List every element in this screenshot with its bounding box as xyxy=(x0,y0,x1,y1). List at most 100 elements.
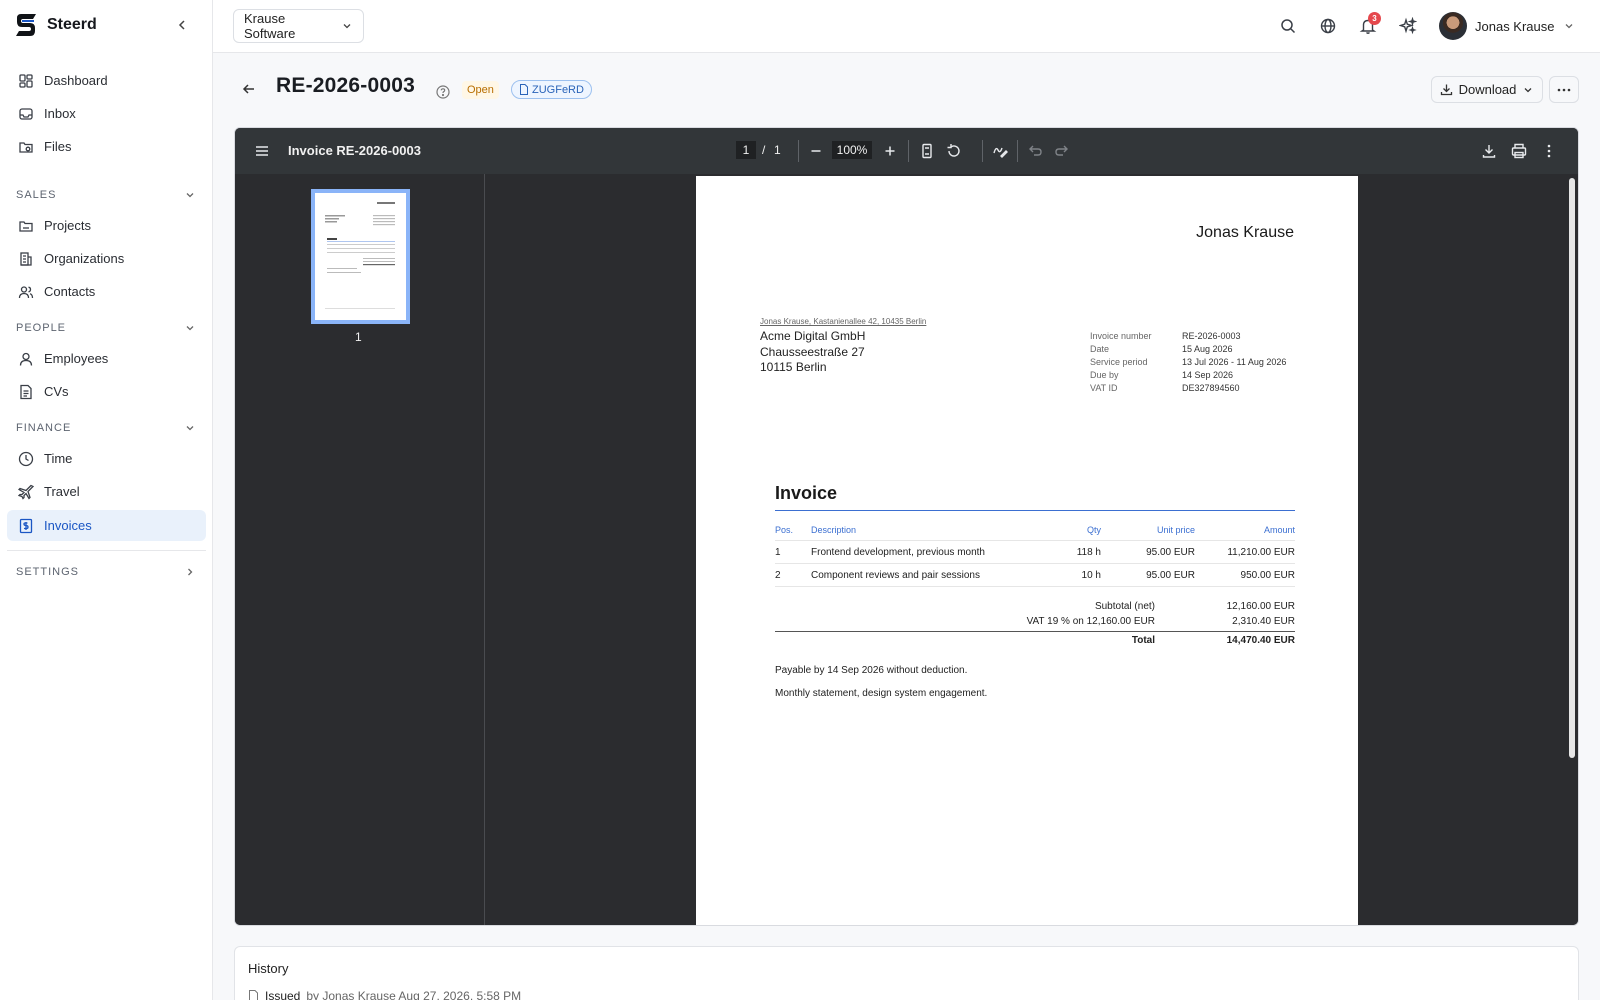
section-sales[interactable]: SALES xyxy=(16,189,196,201)
dashboard-icon xyxy=(18,73,34,89)
cell-unit-price: 95.00 EUR xyxy=(1146,569,1195,581)
draw-icon[interactable] xyxy=(991,142,1009,160)
meta-row: Invoice number RE-2026-0003 xyxy=(1090,330,1286,343)
redo-icon[interactable] xyxy=(1053,142,1071,160)
sidebar-item-label: Projects xyxy=(44,218,91,233)
rotate-icon[interactable] xyxy=(945,142,963,160)
scrollbar-thumb[interactable] xyxy=(1569,178,1575,758)
vat-label: VAT 19 % on 12,160.00 EUR xyxy=(1026,616,1155,627)
chevron-down-icon xyxy=(184,322,196,334)
sidebar-item-cvs[interactable]: CVs xyxy=(7,376,206,407)
sidebar-item-label: Employees xyxy=(44,351,109,366)
meta-key: VAT ID xyxy=(1090,383,1118,393)
sidebar-item-organizations[interactable]: Organizations xyxy=(7,243,206,274)
vat-value: 2,310.40 EUR xyxy=(1232,616,1295,627)
table-header: Pos. Description Qty Unit price Amount xyxy=(775,520,1295,541)
chevron-down-icon xyxy=(341,20,353,32)
sidebar-item-files[interactable]: Files xyxy=(7,131,206,162)
cell-description: Frontend development, previous month xyxy=(811,546,985,558)
help-icon[interactable] xyxy=(436,85,450,99)
column-header: Description xyxy=(811,525,857,535)
sidebar-item-contacts[interactable]: Contacts xyxy=(7,276,206,307)
history-detail: by Jonas Krause Aug 27, 2026, 5:58 PM xyxy=(306,989,522,1000)
user-menu[interactable]: Jonas Krause xyxy=(1439,12,1575,40)
page-thumbnail[interactable] xyxy=(311,189,410,324)
zoom-out-icon[interactable] xyxy=(807,142,825,160)
meta-row: Due by 14 Sep 2026 xyxy=(1090,369,1286,382)
page-title: RE-2026-0003 xyxy=(276,74,415,97)
cell-amount: 950.00 EUR xyxy=(1240,569,1295,581)
meta-row: VAT ID DE327894560 xyxy=(1090,382,1286,395)
section-settings[interactable]: SETTINGS xyxy=(16,566,196,578)
zoom-in-icon[interactable] xyxy=(881,142,899,160)
globe-icon[interactable] xyxy=(1319,17,1337,35)
sidebar-item-label: Inbox xyxy=(44,106,76,121)
menu-icon[interactable] xyxy=(253,142,271,160)
sidebar-item-label: Files xyxy=(44,139,72,154)
cell-amount: 11,210.00 EUR xyxy=(1227,546,1295,558)
chevron-down-icon xyxy=(184,189,196,201)
sparkles-icon[interactable] xyxy=(1399,17,1417,35)
cell-unit-price: 95.00 EUR xyxy=(1146,546,1195,558)
organization-select[interactable]: Krause Software xyxy=(233,9,364,43)
brand[interactable]: Steerd xyxy=(13,12,97,38)
download-icon xyxy=(1440,83,1453,96)
inbox-icon xyxy=(18,106,34,122)
sidebar-item-projects[interactable]: Projects xyxy=(7,210,206,241)
sidebar-item-invoices[interactable]: Invoices xyxy=(7,510,206,541)
section-finance[interactable]: FINANCE xyxy=(16,422,196,434)
subtotal-value: 12,160.00 EUR xyxy=(1226,601,1295,612)
section-label: SALES xyxy=(16,189,57,201)
sidebar-item-travel[interactable]: Travel xyxy=(7,476,206,507)
section-label: SETTINGS xyxy=(16,566,80,578)
page-number-input[interactable]: 1 xyxy=(736,141,756,159)
history-entry: Issued by Jonas Krause Aug 27, 2026, 5:5… xyxy=(248,989,521,1000)
search-icon[interactable] xyxy=(1279,17,1297,35)
cell-qty: 118 h xyxy=(1076,546,1101,558)
meta-value: 13 Jul 2026 - 11 Aug 2026 xyxy=(1182,357,1287,367)
user-icon xyxy=(18,351,34,367)
sidebar: Steerd Dashboard Inbox Files SALES Proje… xyxy=(0,0,213,1000)
subtotal-label: Subtotal (net) xyxy=(1094,601,1155,612)
back-arrow-icon[interactable] xyxy=(241,81,257,97)
sidebar-item-time[interactable]: Time xyxy=(7,443,206,474)
divider xyxy=(7,550,206,551)
user-name: Jonas Krause xyxy=(1475,18,1555,34)
section-people[interactable]: PEOPLE xyxy=(16,322,196,334)
invoice-icon xyxy=(18,518,34,534)
cell-pos: 1 xyxy=(775,546,781,558)
viewer-scrollbar[interactable] xyxy=(1566,174,1578,925)
sidebar-item-dashboard[interactable]: Dashboard xyxy=(7,65,206,96)
zoom-input[interactable]: 100% xyxy=(832,141,872,159)
format-badge: ZUGFeRD xyxy=(511,80,592,99)
cell-description: Component reviews and pair sessions xyxy=(811,569,980,581)
invoice-meta: Invoice number RE-2026-0003 Date 15 Aug 20… xyxy=(1090,330,1286,395)
viewer-download-icon[interactable] xyxy=(1480,142,1498,160)
column-header: Unit price xyxy=(1156,525,1195,535)
sidebar-item-label: Contacts xyxy=(44,284,96,299)
folder-icon xyxy=(18,139,34,155)
more-vertical-icon[interactable] xyxy=(1540,142,1558,160)
viewer-title: Invoice RE-2026-0003 xyxy=(288,143,421,158)
divider xyxy=(982,140,983,162)
statement-note: Monthly statement, design system engagem… xyxy=(775,688,988,699)
divider xyxy=(798,140,799,162)
meta-key: Date xyxy=(1090,344,1110,354)
undo-icon[interactable] xyxy=(1026,142,1044,160)
sidebar-item-inbox[interactable]: Inbox xyxy=(7,98,206,129)
return-address: Jonas Krause, Kastanienallee 42, 10435 B… xyxy=(760,317,927,326)
collapse-sidebar-icon[interactable] xyxy=(174,17,190,33)
payment-note: Payable by 14 Sep 2026 without deduction… xyxy=(775,665,968,676)
document-icon xyxy=(18,384,34,400)
download-button[interactable]: Download xyxy=(1431,76,1543,103)
total-row: Total 14,470.40 EUR xyxy=(775,631,1295,648)
more-options-button[interactable] xyxy=(1549,76,1579,103)
fit-page-icon[interactable] xyxy=(918,142,936,160)
meta-key: Invoice number xyxy=(1090,331,1152,341)
vat-row: VAT 19 % on 12,160.00 EUR 2,310.40 EUR xyxy=(775,614,1295,629)
notification-count-badge: 3 xyxy=(1368,12,1381,25)
print-icon[interactable] xyxy=(1510,142,1528,160)
app-name: Steerd xyxy=(47,16,97,33)
sidebar-item-employees[interactable]: Employees xyxy=(7,343,206,374)
section-label: FINANCE xyxy=(16,422,72,434)
